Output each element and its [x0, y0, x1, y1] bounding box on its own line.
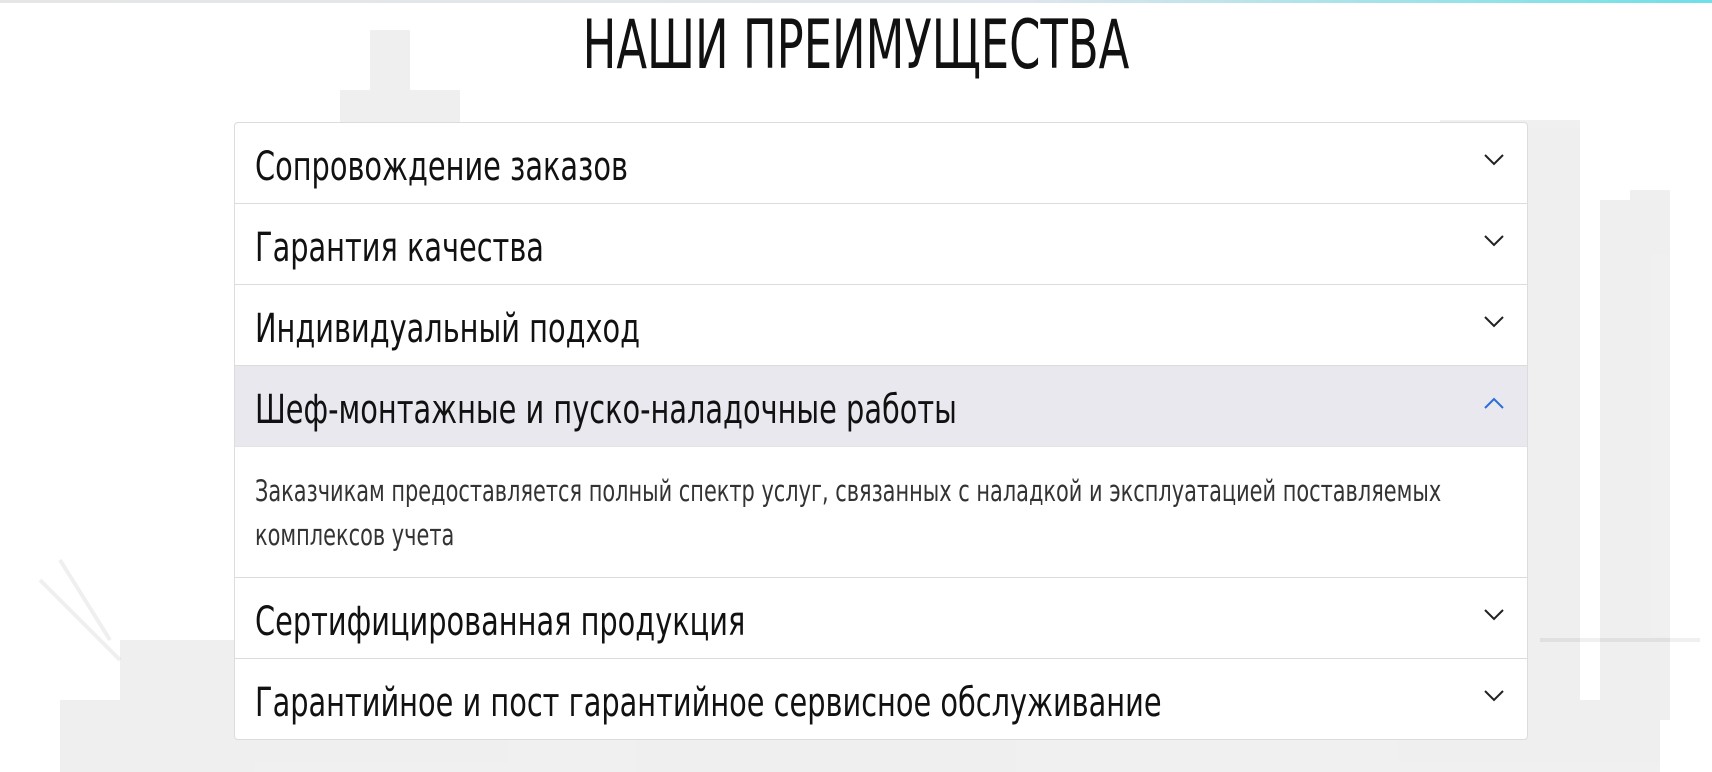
accordion-header-commissioning-works[interactable]: Шеф-монтажные и пуско-наладочные работы [235, 366, 1527, 446]
accordion-item: Сертифицированная продукция [235, 578, 1527, 659]
accordion-item-label: Индивидуальный подход [255, 306, 641, 352]
chevron-down-icon [1483, 689, 1505, 703]
chevron-down-icon [1483, 608, 1505, 622]
top-accent-line [0, 0, 1712, 3]
chevron-down-icon [1483, 234, 1505, 248]
accordion-item-expanded: Шеф-монтажные и пуско-наладочные работы … [235, 366, 1527, 578]
advantages-accordion: Сопровождение заказов Гарантия качества … [234, 122, 1528, 740]
accordion-item-label: Шеф-монтажные и пуско-наладочные работы [255, 387, 957, 433]
accordion-header-order-support[interactable]: Сопровождение заказов [235, 123, 1527, 203]
chevron-down-icon [1483, 153, 1505, 167]
accordion-header-warranty-service[interactable]: Гарантийное и пост гарантийное сервисное… [235, 659, 1527, 739]
accordion-header-individual-approach[interactable]: Индивидуальный подход [235, 285, 1527, 365]
page: НАШИ ПРЕИМУЩЕСТВА Сопровождение заказов … [0, 0, 1712, 772]
accordion-item: Гарантийное и пост гарантийное сервисное… [235, 659, 1527, 739]
accordion-header-certified-products[interactable]: Сертифицированная продукция [235, 578, 1527, 658]
accordion-item-label: Гарантийное и пост гарантийное сервисное… [255, 680, 1162, 726]
accordion-item: Индивидуальный подход [235, 285, 1527, 366]
accordion-item-label: Гарантия качества [255, 225, 544, 271]
accordion-body: Заказчикам предоставляется полный спектр… [235, 446, 1527, 577]
section-title: НАШИ ПРЕИМУЩЕСТВА [582, 6, 1130, 85]
accordion-header-quality-guarantee[interactable]: Гарантия качества [235, 204, 1527, 284]
accordion-item-label: Сертифицированная продукция [255, 599, 746, 645]
accordion-body-text: Заказчикам предоставляется полный спектр… [255, 474, 1442, 552]
chevron-down-icon [1483, 315, 1505, 329]
chevron-up-icon [1483, 396, 1505, 410]
accordion-item: Гарантия качества [235, 204, 1527, 285]
accordion-item-label: Сопровождение заказов [255, 144, 628, 190]
accordion-item: Сопровождение заказов [235, 123, 1527, 204]
